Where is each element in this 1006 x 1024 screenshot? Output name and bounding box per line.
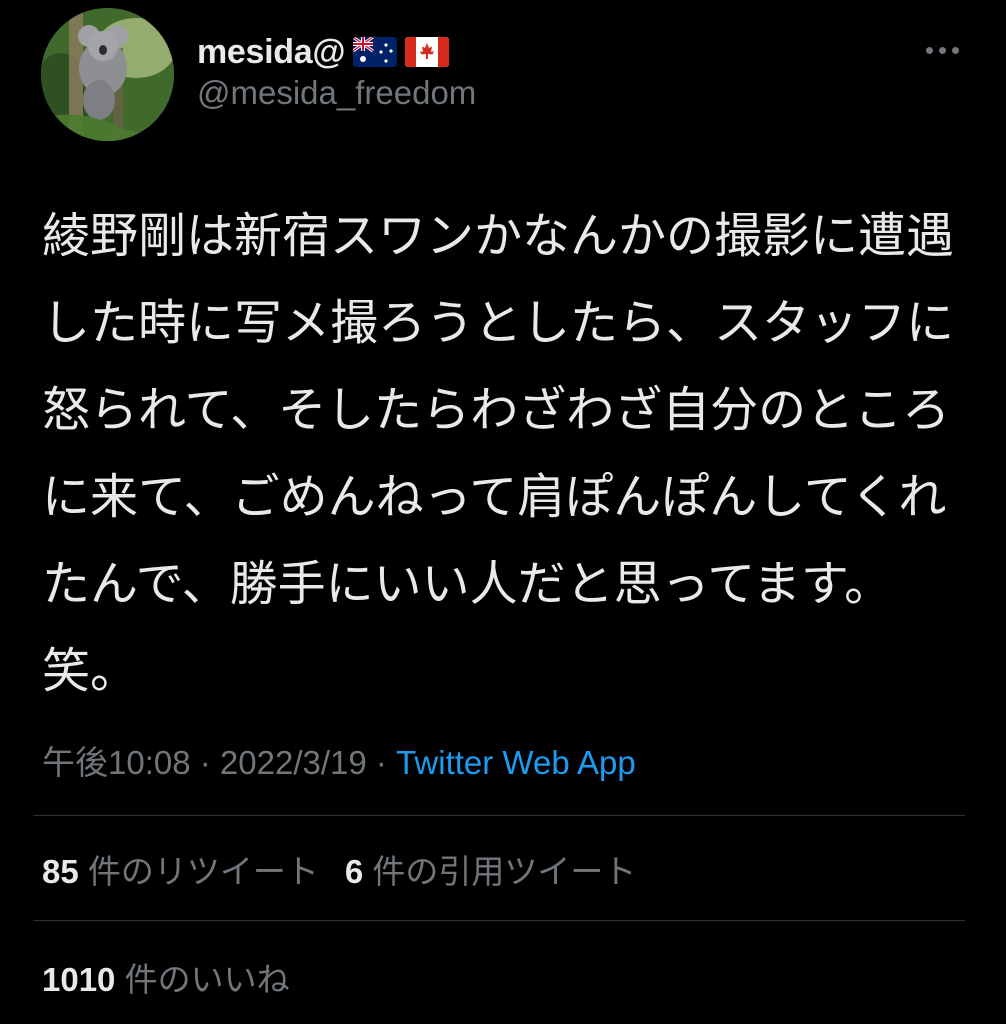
retweets-label: 件のリツイート bbox=[87, 853, 319, 890]
meta-separator: · bbox=[366, 744, 397, 781]
display-name-row[interactable]: mesida@ bbox=[197, 26, 450, 78]
retweets-count: 85 bbox=[42, 853, 79, 890]
tweet-meta: 午後10:08 · 2022/3/19 · Twitter Web App bbox=[42, 736, 636, 784]
divider bbox=[33, 815, 965, 816]
likes-stats: 1010 件のいいね bbox=[42, 953, 290, 1001]
more-options-button[interactable] bbox=[918, 30, 966, 70]
engagement-stats: 85 件のリツイート 6 件の引用ツイート bbox=[42, 845, 636, 893]
quotes-label: 件の引用ツイート bbox=[372, 853, 637, 890]
likes-link[interactable]: 1010 件のいいね bbox=[42, 961, 290, 998]
likes-count: 1010 bbox=[42, 961, 116, 998]
tweet-text: 綾野剛は新宿スワンかなんかの撮影に遭遇した時に写メ撮ろうとしたら、スタッフに怒ら… bbox=[42, 208, 955, 699]
canada-flag-icon bbox=[405, 37, 450, 67]
tweet-date[interactable]: 2022/3/19 bbox=[220, 744, 367, 781]
tweet-detail: mesida@ @mesida_freedom 綾野剛は新宿スワンかなんかの撮影… bbox=[0, 0, 1006, 1024]
tweet-source-link[interactable]: Twitter Web App bbox=[396, 744, 636, 781]
australia-flag-icon bbox=[353, 37, 398, 67]
retweets-link[interactable]: 85 件のリツイート bbox=[42, 853, 319, 890]
tweet-time[interactable]: 午後10:08 bbox=[42, 744, 191, 781]
quotes-count: 6 bbox=[344, 853, 364, 890]
koala-photo bbox=[41, 8, 174, 141]
avatar[interactable] bbox=[41, 8, 174, 141]
more-dot-icon bbox=[925, 46, 933, 54]
meta-separator: · bbox=[190, 744, 220, 781]
more-dot-icon bbox=[938, 46, 946, 54]
display-name[interactable]: mesida@ bbox=[197, 33, 346, 72]
likes-label: 件のいいね bbox=[124, 961, 290, 998]
divider bbox=[33, 920, 965, 921]
user-handle[interactable]: @mesida_freedom bbox=[197, 74, 476, 112]
quotes-link[interactable]: 6 件の引用ツイート bbox=[345, 853, 637, 890]
more-dot-icon bbox=[951, 46, 959, 54]
